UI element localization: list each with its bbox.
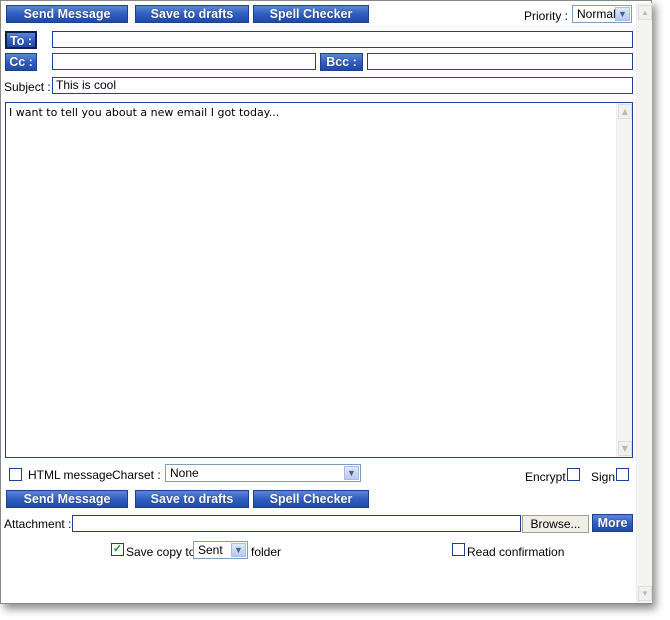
message-body-textarea[interactable]: I want to tell you about a new email I g… (5, 102, 633, 458)
to-input[interactable] (52, 31, 633, 48)
body-scrollbar[interactable]: ▲ ▼ (616, 103, 632, 457)
encrypt-checkbox[interactable] (567, 468, 580, 481)
send-message-button-bottom[interactable]: Send Message (6, 490, 128, 508)
cc-input[interactable] (52, 53, 316, 70)
save-copy-label: Save copy to (126, 545, 196, 559)
read-confirmation-checkbox[interactable] (452, 543, 465, 556)
charset-select[interactable]: None ▼ (165, 464, 361, 482)
message-body-text: I want to tell you about a new email I g… (9, 106, 280, 119)
chevron-down-icon: ▼ (231, 543, 246, 557)
sign-label: Sign (591, 470, 616, 484)
html-message-label: HTML message (28, 468, 113, 482)
more-button[interactable]: More (592, 514, 633, 532)
subject-input[interactable]: This is cool (52, 77, 633, 94)
compose-window: Send Message Save to drafts Spell Checke… (0, 0, 652, 604)
browse-button[interactable]: Browse... (522, 515, 589, 533)
chevron-down-icon: ▼ (615, 7, 630, 21)
scroll-up-icon[interactable]: ▲ (638, 5, 652, 20)
bcc-button[interactable]: Bcc : (320, 53, 363, 71)
encrypt-label: Encrypt (525, 470, 566, 484)
save-folder-value: Sent (198, 543, 223, 557)
check-icon: ✓ (112, 543, 123, 555)
attachment-input[interactable] (72, 515, 521, 532)
priority-value: Normal (577, 7, 616, 21)
bcc-input[interactable] (367, 53, 633, 70)
read-confirmation-label: Read confirmation (467, 545, 565, 559)
spell-checker-button-bottom[interactable]: Spell Checker (253, 490, 369, 508)
folder-label: folder (251, 545, 282, 559)
save-copy-checkbox[interactable]: ✓ (111, 543, 124, 556)
scroll-down-icon[interactable]: ▼ (618, 441, 632, 456)
attachment-label: Attachment : (4, 517, 72, 531)
save-to-drafts-button-bottom[interactable]: Save to drafts (135, 490, 249, 508)
send-message-button[interactable]: Send Message (6, 5, 128, 23)
cc-button[interactable]: Cc : (5, 53, 37, 71)
html-message-checkbox[interactable] (9, 468, 22, 481)
scroll-down-icon[interactable]: ▼ (638, 586, 652, 601)
charset-value: None (170, 466, 199, 480)
scroll-up-icon[interactable]: ▲ (618, 104, 632, 119)
page-scrollbar[interactable]: ▲ ▼ (636, 3, 652, 603)
to-button[interactable]: To : (5, 31, 37, 49)
priority-select[interactable]: Normal ▼ (572, 5, 632, 23)
save-folder-select[interactable]: Sent ▼ (193, 541, 248, 559)
priority-label: Priority : (524, 9, 569, 23)
sign-checkbox[interactable] (616, 468, 629, 481)
spell-checker-button[interactable]: Spell Checker (253, 5, 369, 23)
charset-label: Charset : (112, 468, 161, 482)
save-to-drafts-button[interactable]: Save to drafts (135, 5, 249, 23)
subject-label: Subject : (4, 80, 51, 94)
chevron-down-icon: ▼ (344, 466, 359, 480)
